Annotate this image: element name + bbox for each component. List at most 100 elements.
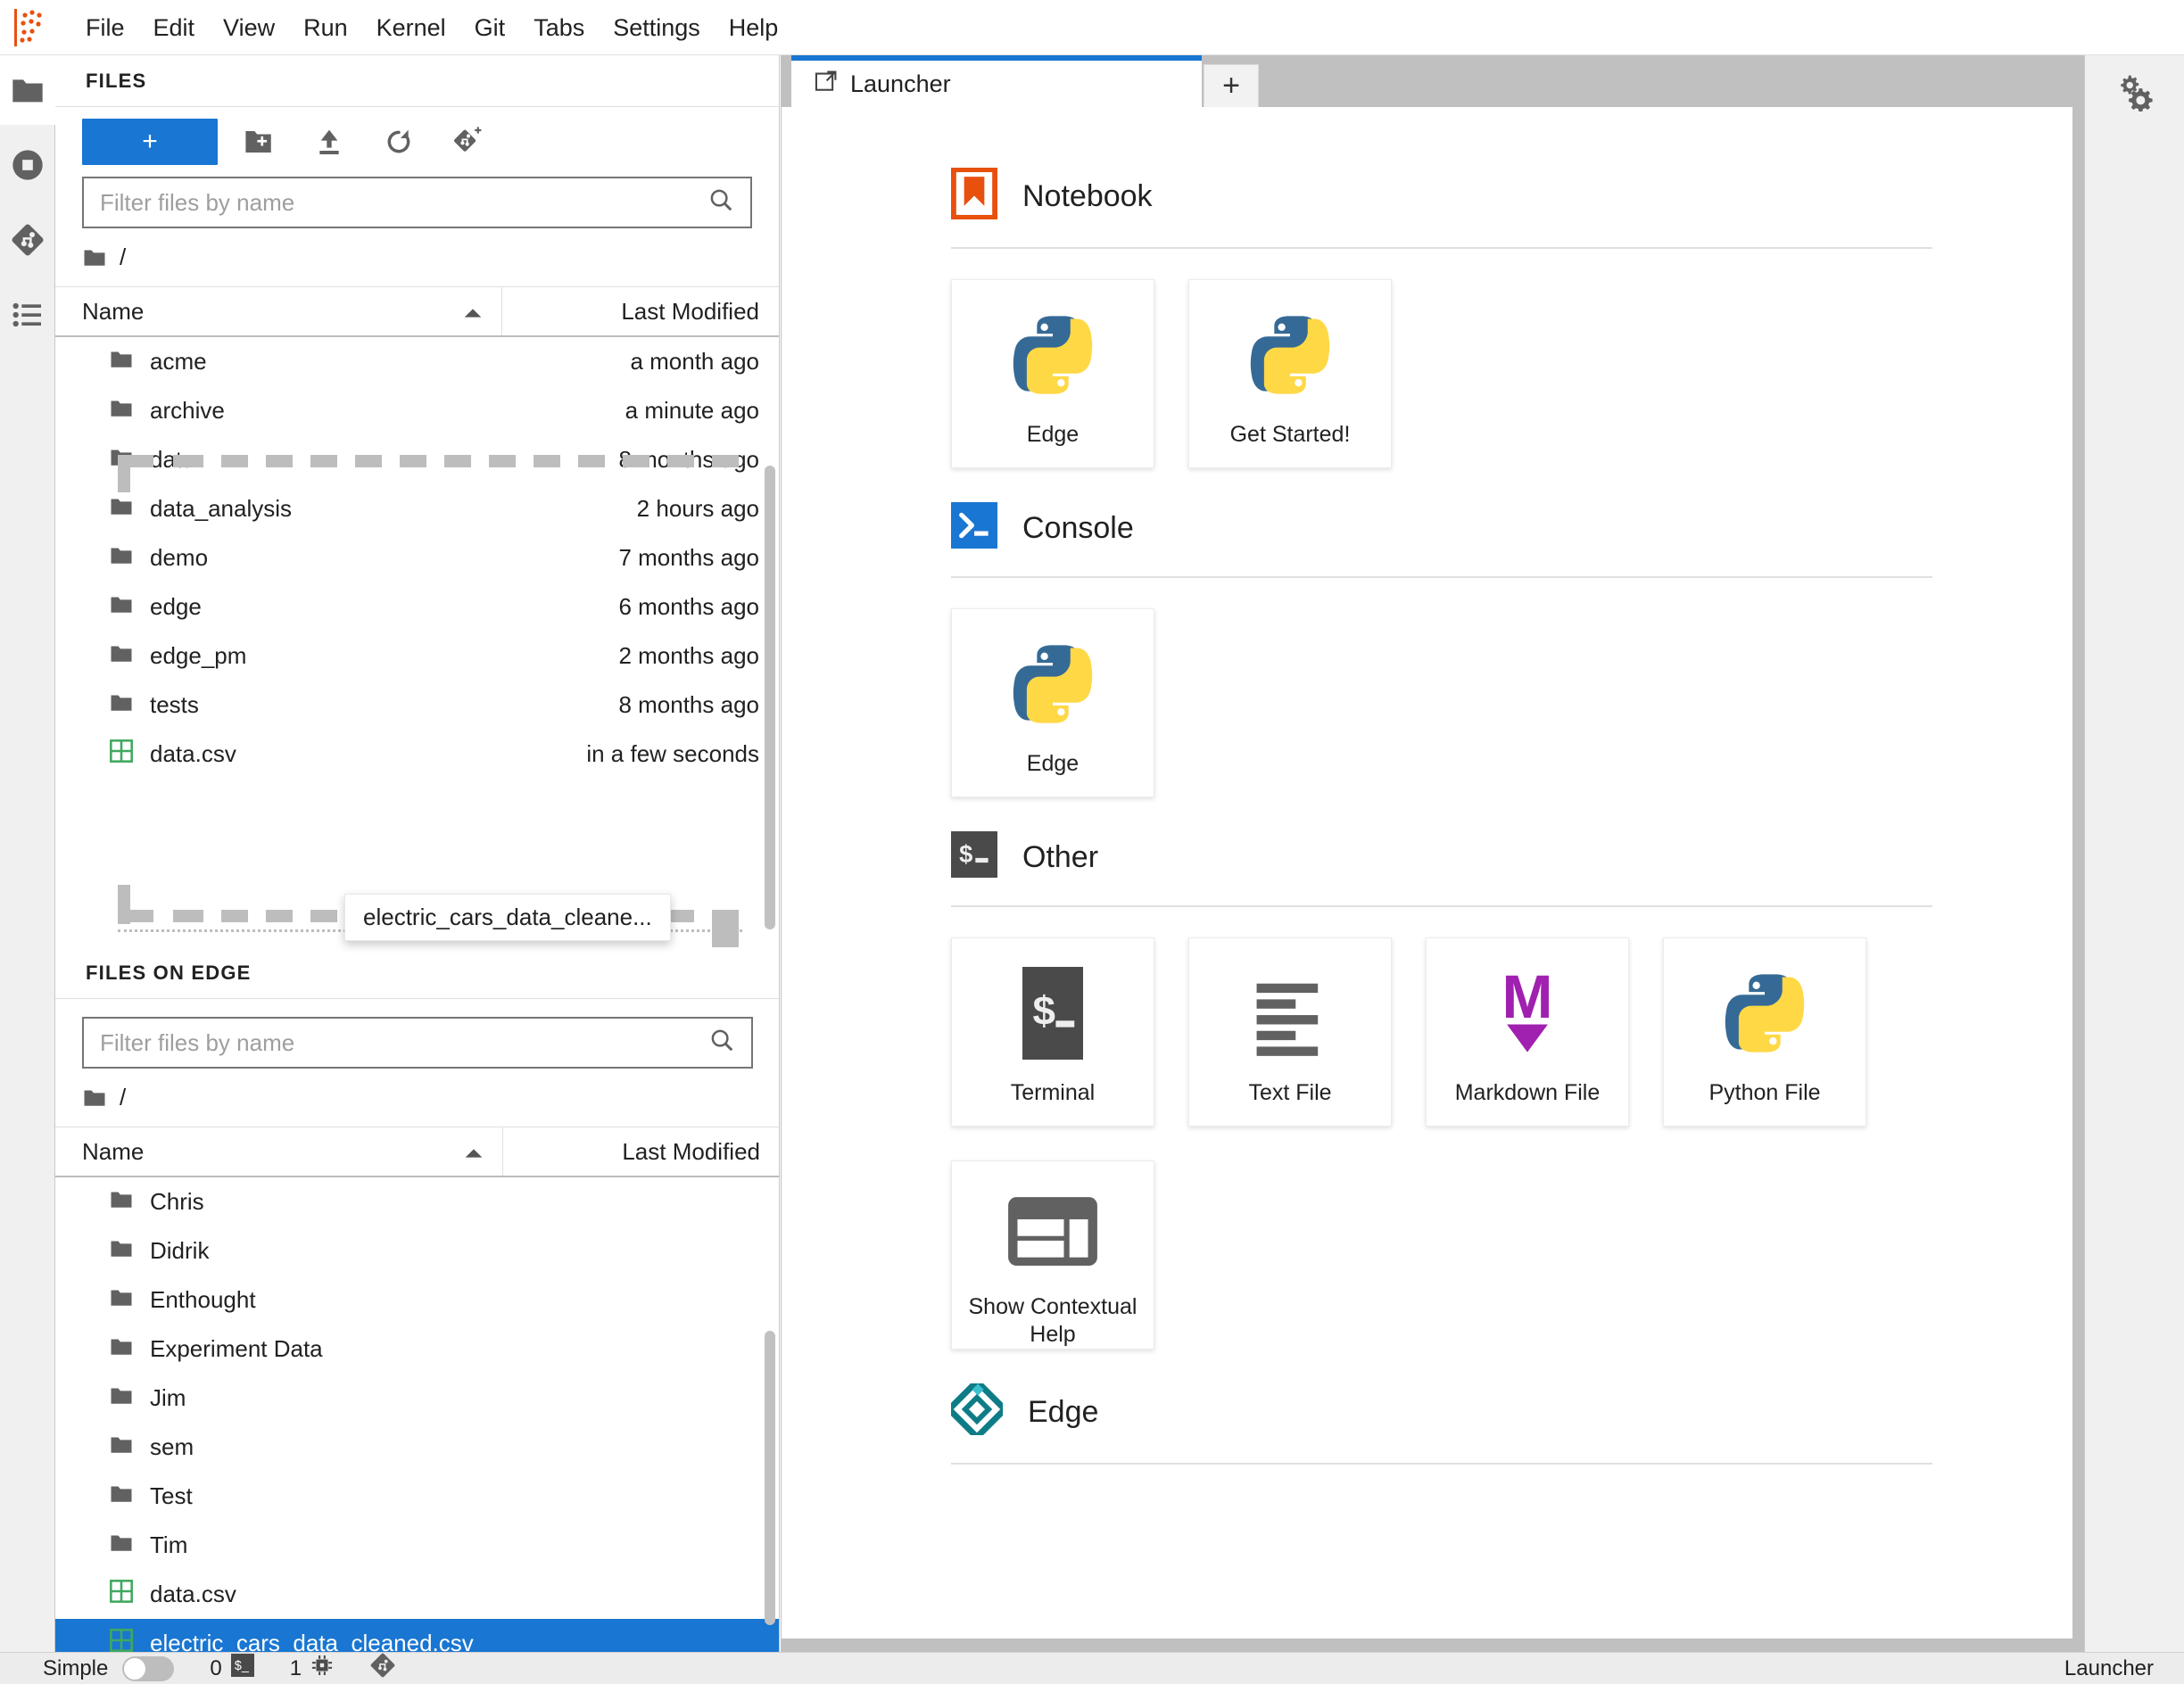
- folder-icon: [109, 1188, 134, 1216]
- menu-git[interactable]: Git: [460, 0, 520, 55]
- sidebar-item-file-browser[interactable]: [0, 55, 55, 125]
- menu-edit[interactable]: Edit: [139, 0, 210, 55]
- terminal-count[interactable]: 0 $_: [210, 1654, 254, 1683]
- edge-filter-box[interactable]: [82, 1017, 753, 1069]
- folder-icon: [111, 1486, 132, 1502]
- table-row[interactable]: edge_pm 2 months ago: [55, 632, 779, 681]
- git-status[interactable]: [369, 1652, 396, 1684]
- jupyter-logo-icon: [9, 6, 57, 49]
- notebook-icon: [950, 166, 998, 221]
- card-label: Edge: [1026, 422, 1080, 447]
- file-modified-cell: 2 months ago: [618, 642, 759, 669]
- sidebar-item-git[interactable]: [0, 205, 55, 275]
- tab-label: Launcher: [850, 70, 951, 97]
- launcher-card[interactable]: Edge: [951, 608, 1154, 797]
- section-divider: [951, 576, 1932, 578]
- file-name-label: data: [150, 446, 195, 473]
- file-name-label: demo: [150, 544, 209, 571]
- new-launcher-button[interactable]: +: [82, 119, 218, 165]
- table-row[interactable]: Test: [55, 1472, 779, 1521]
- sort-ascending-icon: [462, 298, 484, 326]
- table-row[interactable]: demo 7 months ago: [55, 533, 779, 582]
- edge-file-list: Chris Didrik Enthought Experiment Data Jim se…: [55, 1177, 779, 1652]
- file-name-label: data_analysis: [150, 495, 292, 522]
- folder-icon: [111, 499, 132, 515]
- python-icon: [1718, 965, 1811, 1061]
- sidebar-item-table-of-contents[interactable]: [0, 280, 55, 350]
- edge-logo-icon: [944, 1376, 1010, 1442]
- csv-file-icon: [109, 1579, 134, 1610]
- table-row[interactable]: acme a month ago: [55, 337, 779, 386]
- launcher-card[interactable]: Edge: [951, 279, 1154, 468]
- breadcrumb[interactable]: /: [55, 228, 779, 287]
- table-row[interactable]: data 8 months ago: [55, 435, 779, 484]
- launcher-card[interactable]: Python File: [1663, 937, 1866, 1127]
- table-row[interactable]: Jim: [55, 1374, 779, 1423]
- folder-icon: [111, 1437, 132, 1453]
- git-clone-icon[interactable]: [441, 119, 496, 165]
- launcher-card[interactable]: $ Terminal: [951, 937, 1154, 1127]
- contextual-help-icon: [1008, 1197, 1097, 1267]
- table-row[interactable]: data.csv in a few seconds: [55, 730, 779, 779]
- section-title: Edge: [1028, 1395, 1099, 1429]
- menu-view[interactable]: View: [209, 0, 289, 55]
- launcher-panel: Notebook Edge Get Started! Console Edge $ Othe…: [781, 107, 2073, 1639]
- file-filter-box[interactable]: [82, 177, 752, 228]
- table-row[interactable]: Enthought: [55, 1275, 779, 1325]
- file-name-cell: Chris: [55, 1188, 503, 1216]
- sidebar-item-running-terminals[interactable]: [0, 130, 55, 200]
- list-icon: [12, 302, 41, 327]
- table-row[interactable]: Didrik: [55, 1226, 779, 1275]
- file-name-cell: data: [55, 446, 502, 474]
- edge-list-scrollbar[interactable]: [765, 1331, 775, 1625]
- folder-icon: [109, 1531, 134, 1559]
- upload-icon[interactable]: [302, 119, 357, 165]
- file-modified-cell: 8 months ago: [618, 446, 759, 473]
- launcher-card[interactable]: Text File: [1188, 937, 1392, 1127]
- file-name-cell: tests: [55, 691, 502, 719]
- gears-icon: [2121, 75, 2153, 111]
- table-row[interactable]: Tim: [55, 1521, 779, 1570]
- edge-column-header-name[interactable]: Name: [55, 1127, 503, 1176]
- menu-file[interactable]: File: [71, 0, 139, 55]
- table-row[interactable]: data_analysis 2 hours ago: [55, 484, 779, 533]
- kernel-count[interactable]: 1: [290, 1654, 334, 1683]
- column-header-name[interactable]: Name: [55, 287, 502, 335]
- table-row[interactable]: edge 6 months ago: [55, 582, 779, 632]
- table-row[interactable]: Experiment Data: [55, 1325, 779, 1374]
- breadcrumb-root[interactable]: /: [120, 244, 126, 271]
- menu-kernel[interactable]: Kernel: [362, 0, 460, 55]
- menu-settings[interactable]: Settings: [599, 0, 715, 55]
- file-list-scrollbar[interactable]: [765, 466, 775, 929]
- search-input[interactable]: [100, 188, 707, 217]
- folder-icon: [109, 544, 134, 572]
- file-modified-cell: 8 months ago: [618, 691, 759, 718]
- edge-browser-title: FILES ON EDGE: [55, 947, 779, 999]
- launcher-card[interactable]: Show Contextual Help: [951, 1160, 1154, 1350]
- git-icon: [12, 224, 44, 256]
- table-row[interactable]: tests 8 months ago: [55, 681, 779, 730]
- table-row[interactable]: electric_cars_data_cleaned.csv: [55, 1619, 779, 1652]
- section-title: Other: [1022, 840, 1099, 874]
- terminal-icon: $_: [230, 1654, 254, 1683]
- menu-run[interactable]: Run: [289, 0, 362, 55]
- add-tab-button[interactable]: +: [1204, 64, 1259, 107]
- folder-icon: [111, 646, 132, 662]
- menu-help[interactable]: Help: [715, 0, 793, 55]
- new-folder-icon[interactable]: [232, 119, 287, 165]
- launcher-card[interactable]: M Markdown File: [1426, 937, 1629, 1127]
- simple-mode-toggle[interactable]: [122, 1655, 175, 1681]
- table-row[interactable]: Chris: [55, 1177, 779, 1226]
- edge-breadcrumb[interactable]: /: [55, 1069, 779, 1127]
- launcher-card[interactable]: Get Started!: [1188, 279, 1392, 468]
- property-inspector-button[interactable]: [2085, 55, 2184, 127]
- edge-breadcrumb-root[interactable]: /: [120, 1084, 126, 1111]
- table-row[interactable]: data.csv: [55, 1570, 779, 1619]
- refresh-icon[interactable]: [371, 119, 426, 165]
- python-icon: [1006, 636, 1099, 732]
- menu-tabs[interactable]: Tabs: [519, 0, 599, 55]
- table-row[interactable]: archive a minute ago: [55, 386, 779, 435]
- tab-launcher[interactable]: Launcher: [791, 55, 1202, 107]
- table-row[interactable]: sem: [55, 1423, 779, 1472]
- edge-search-input[interactable]: [100, 1028, 708, 1057]
